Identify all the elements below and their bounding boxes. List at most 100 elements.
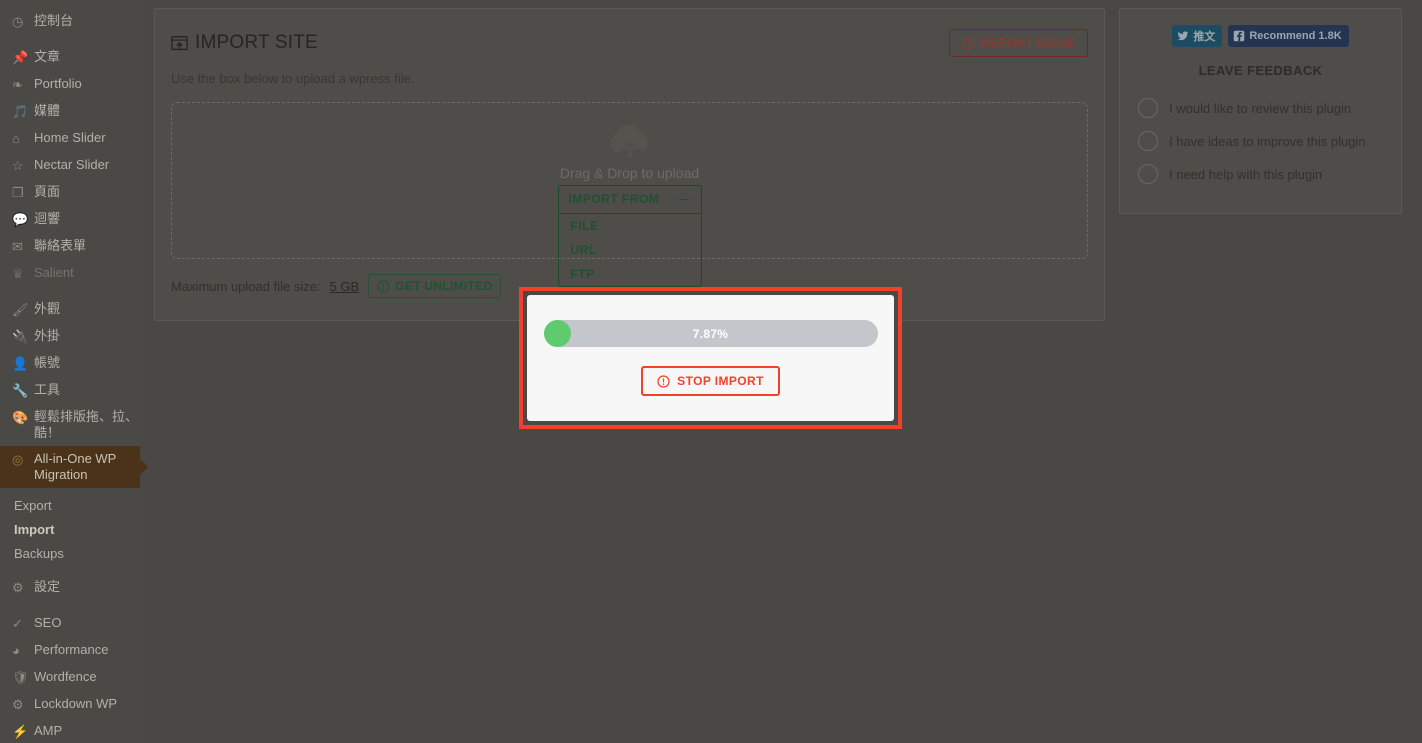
import-from-label: IMPORT FROM (568, 192, 660, 206)
upload-dropzone[interactable]: Drag & Drop to upload IMPORT FROM FILE UR… (171, 102, 1088, 287)
sidebar-item-label: All-in-One WP Migration (34, 451, 117, 482)
report-issue-label: REPORT ISSUE (980, 36, 1075, 50)
side-column: 推文 Recommend 1.8K LEAVE FEEDBACK I would… (1119, 8, 1402, 743)
feedback-option[interactable]: I have ideas to improve this plugin (1138, 125, 1383, 158)
feedback-title: LEAVE FEEDBACK (1198, 63, 1323, 78)
sidebar-item-label: 聯絡表單 (34, 238, 87, 253)
import-progress-modal-highlight: 7.87% STOP IMPORT (519, 287, 902, 429)
import-progress-bar: 7.87% (543, 320, 878, 347)
stop-import-label: STOP IMPORT (677, 374, 764, 388)
gear-icon: ⚙ (12, 697, 24, 712)
radio-button[interactable] (1138, 131, 1158, 151)
sidebar-item-label: 迴響 (34, 211, 61, 226)
import-from-option-ftp[interactable]: FTP (559, 262, 701, 286)
home-icon: ⌂ (12, 131, 20, 146)
sidebar-item-appearance[interactable]: 🖌 外觀 (0, 296, 140, 323)
sidebar-item-amp[interactable]: ⚡ AMP (0, 718, 140, 743)
sidebar-item-home[interactable]: ⌂ Home Slider (0, 125, 140, 152)
facebook-recommend-button[interactable]: Recommend 1.8K (1228, 25, 1349, 47)
import-from-header[interactable]: IMPORT FROM (558, 186, 701, 214)
sidebar-item-portfolio[interactable]: ❧ Portfolio (0, 71, 140, 98)
facebook-icon (1234, 30, 1245, 42)
facebook-recommend-label: Recommend 1.8K (1249, 30, 1342, 42)
sidebar-item-all-in-one-wp-migration[interactable]: ◎ All-in-One WP Migration (0, 446, 148, 488)
sidebar-item-label: 外觀 (34, 301, 61, 316)
import-progress-label: 7.87% (692, 326, 729, 341)
sidebar-submenu: Export Import Backups (0, 488, 140, 574)
sidebar-item-mail[interactable]: ✉ 聯絡表單 (0, 233, 140, 260)
sidebar-item-label: 外掛 (34, 328, 61, 343)
pin-icon: 📌 (12, 50, 29, 65)
sidebar-item-plugins[interactable]: 🔌 外掛 (0, 323, 140, 350)
sidebar-subitem-import[interactable]: Import (0, 518, 140, 542)
sidebar-item-wordfence[interactable]: 🛡 Wordfence (0, 664, 140, 691)
sidebar-item-settings[interactable]: ⚙ 設定 (0, 574, 140, 601)
minus-icon[interactable] (678, 198, 689, 200)
feedback-option[interactable]: I would like to review this plugin (1138, 92, 1383, 125)
sidebar-item-crown[interactable]: ♛ Salient (0, 260, 140, 287)
radio-button[interactable] (1138, 164, 1158, 184)
import-site-panel: IMPORT SITE REPORT ISSUE Use the box bel… (154, 8, 1105, 321)
sidebar-item-seo[interactable]: ✓ SEO (0, 610, 140, 637)
tools-icon: 🔧 (12, 383, 29, 398)
plugins-icon: 🔌 (12, 329, 29, 344)
sidebar-item-page-builder[interactable]: 🎨 輕鬆排版拖、拉、酷！ (0, 404, 140, 446)
sidebar-item-users[interactable]: 👤 帳號 (0, 350, 140, 377)
settings-icon: ⚙ (12, 580, 24, 595)
sidebar-item-label: Portfolio (34, 76, 82, 91)
get-unlimited-button[interactable]: GET UNLIMITED (368, 274, 502, 298)
sidebar-item-comment[interactable]: 💬 迴響 (0, 206, 140, 233)
media-icon: 🎵 (12, 104, 29, 119)
twitter-share-button[interactable]: 推文 (1172, 25, 1223, 47)
sidebar-item-pages[interactable]: ❐ 頁面 (0, 179, 140, 206)
sidebar-subitem-backups[interactable]: Backups (0, 542, 140, 566)
page-builder-icon: 🎨 (12, 410, 29, 425)
amp-icon: ⚡ (12, 724, 29, 739)
sidebar-separator (0, 35, 140, 44)
sidebar-item-media[interactable]: 🎵 媒體 (0, 98, 140, 125)
warning-icon (657, 374, 670, 388)
sidebar-separator (0, 601, 140, 610)
sidebar-separator (0, 287, 140, 296)
upload-limit-value: 5 GB (329, 278, 360, 294)
sidebar-item-tools[interactable]: 🔧 工具 (0, 377, 140, 404)
sidebar-menu-top: ◷ 控制台 📌 文章 ❧ Portfolio 🎵 媒體 ⌂ Home Slider ☆ Nectar … (0, 8, 140, 446)
sidebar-item-label: Performance (34, 642, 109, 657)
sidebar-item-performance[interactable]: ◕ Performance (0, 637, 140, 664)
comment-icon: 💬 (12, 212, 29, 227)
radio-button[interactable] (1138, 98, 1158, 118)
twitter-icon (1178, 31, 1189, 41)
report-issue-button[interactable]: REPORT ISSUE (948, 29, 1088, 57)
sidebar-subitem-export[interactable]: Export (0, 494, 140, 518)
import-from-option-file[interactable]: FILE (559, 214, 701, 238)
sidebar-item-label: 媒體 (34, 103, 61, 118)
sidebar-item-gear[interactable]: ⚙ Lockdown WP (0, 691, 140, 718)
sidebar-item-star[interactable]: ☆ Nectar Slider (0, 152, 140, 179)
pages-icon: ❐ (12, 185, 24, 200)
sidebar-item-label: 設定 (34, 579, 61, 594)
dashboard-icon: ◷ (12, 14, 24, 29)
sidebar-item-label: 帳號 (34, 355, 61, 370)
warning-icon (377, 279, 390, 293)
sidebar-item-dashboard[interactable]: ◷ 控制台 (0, 8, 140, 35)
feedback-options: I would like to review this plugin I have… (1138, 92, 1383, 191)
cloud-upload-icon (609, 125, 648, 157)
import-from-dropdown[interactable]: IMPORT FROM FILE URL FTP (557, 185, 702, 287)
import-from-option-url[interactable]: URL (559, 238, 701, 262)
performance-icon: ◕ (12, 643, 20, 658)
import-site-icon (171, 35, 188, 50)
seo-icon: ✓ (12, 616, 23, 631)
sidebar-menu-bottom: ⚙ 設定 ✓ SEO ◕ Performance 🛡 Wordfence ⚙ Lockdown W… (0, 574, 140, 743)
portfolio-icon: ❧ (12, 77, 23, 92)
upload-limit-label: Maximum upload file size: (171, 278, 321, 294)
feedback-option[interactable]: I need help with this plugin (1138, 158, 1383, 191)
import-from-items: FILE URL FTP (559, 214, 701, 286)
crown-icon: ♛ (12, 266, 24, 281)
dropzone-text: Drag & Drop to upload (559, 165, 700, 181)
sidebar-item-pin[interactable]: 📌 文章 (0, 44, 140, 71)
migration-icon: ◎ (12, 452, 24, 467)
leave-feedback-panel: 推文 Recommend 1.8K LEAVE FEEDBACK I would… (1119, 8, 1402, 214)
star-icon: ☆ (12, 158, 24, 173)
page-title-text: IMPORT SITE (195, 32, 318, 53)
stop-import-button[interactable]: STOP IMPORT (641, 366, 780, 396)
